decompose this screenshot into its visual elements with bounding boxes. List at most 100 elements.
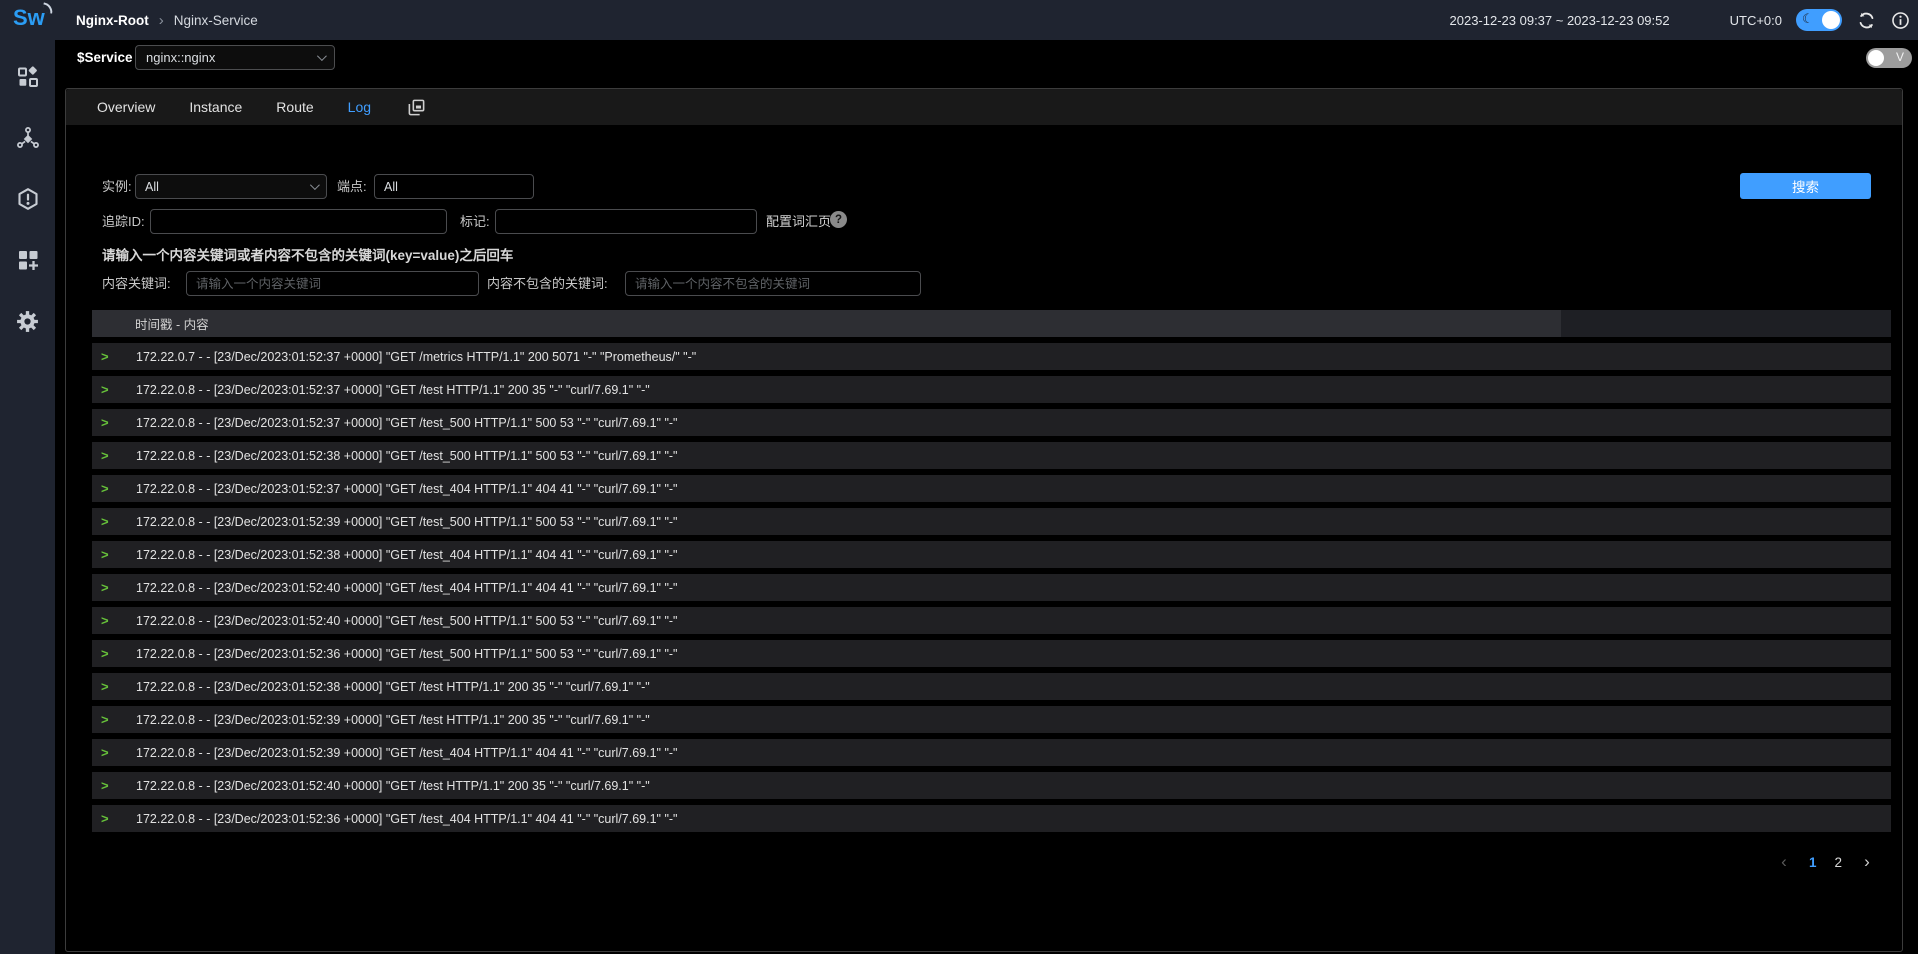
service-select[interactable]: nginx::nginx bbox=[135, 45, 335, 70]
log-message: 172.22.0.8 - - [23/Dec/2023:01:52:37 +00… bbox=[136, 482, 678, 496]
log-row[interactable]: > 172.22.0.8 - - [23/Dec/2023:01:52:40 +… bbox=[92, 574, 1891, 601]
toggle-knob bbox=[1822, 11, 1840, 29]
log-message: 172.22.0.8 - - [23/Dec/2023:01:52:39 +00… bbox=[136, 515, 678, 529]
expand-arrow-icon[interactable]: > bbox=[101, 481, 113, 496]
keyword-label: 内容关键词: bbox=[102, 271, 171, 296]
sidebar-item-marketplace[interactable] bbox=[13, 62, 43, 92]
log-message: 172.22.0.8 - - [23/Dec/2023:01:52:36 +00… bbox=[136, 812, 678, 826]
log-row[interactable]: > 172.22.0.8 - - [23/Dec/2023:01:52:40 +… bbox=[92, 772, 1891, 799]
log-row[interactable]: > 172.22.0.8 - - [23/Dec/2023:01:52:36 +… bbox=[92, 805, 1891, 832]
chevron-down-icon bbox=[310, 180, 320, 190]
moon-icon: ☾ bbox=[1802, 11, 1814, 27]
expand-arrow-icon[interactable]: > bbox=[101, 679, 113, 694]
expand-arrow-icon[interactable]: > bbox=[101, 778, 113, 793]
skywalking-logo[interactable]: Sw bbox=[13, 5, 45, 31]
dashboards-icon bbox=[16, 248, 40, 272]
log-row[interactable]: > 172.22.0.8 - - [23/Dec/2023:01:52:39 +… bbox=[92, 508, 1891, 535]
dashboard-panel: Overview Instance Route Log 实例: All 端点: … bbox=[65, 88, 1903, 952]
log-message: 172.22.0.8 - - [23/Dec/2023:01:52:40 +00… bbox=[136, 614, 678, 628]
sidebar bbox=[0, 40, 55, 954]
version-toggle[interactable]: V bbox=[1866, 48, 1912, 68]
exclude-keyword-input[interactable] bbox=[625, 271, 921, 296]
log-message: 172.22.0.8 - - [23/Dec/2023:01:52:38 +00… bbox=[136, 680, 650, 694]
sidebar-item-settings[interactable] bbox=[13, 306, 43, 336]
log-message: 172.22.0.8 - - [23/Dec/2023:01:52:38 +00… bbox=[136, 548, 678, 562]
trace-id-input[interactable] bbox=[150, 209, 447, 234]
sidebar-item-alarm[interactable] bbox=[13, 184, 43, 214]
tab-route[interactable]: Route bbox=[276, 99, 313, 115]
instance-select-value: All bbox=[145, 180, 159, 194]
copy-icon bbox=[407, 98, 426, 117]
log-row[interactable]: > 172.22.0.8 - - [23/Dec/2023:01:52:37 +… bbox=[92, 475, 1891, 502]
log-list: > 172.22.0.7 - - [23/Dec/2023:01:52:37 +… bbox=[92, 343, 1891, 838]
log-row[interactable]: > 172.22.0.8 - - [23/Dec/2023:01:52:38 +… bbox=[92, 673, 1891, 700]
log-row[interactable]: > 172.22.0.8 - - [23/Dec/2023:01:52:37 +… bbox=[92, 376, 1891, 403]
expand-arrow-icon[interactable]: > bbox=[101, 712, 113, 727]
settings-icon bbox=[15, 309, 40, 334]
chevron-down-icon bbox=[317, 51, 327, 61]
dark-mode-toggle[interactable]: ☾ bbox=[1796, 9, 1842, 31]
expand-arrow-icon[interactable]: > bbox=[101, 448, 113, 463]
breadcrumb-current[interactable]: Nginx-Service bbox=[174, 13, 258, 28]
endpoint-label: 端点: bbox=[337, 174, 367, 199]
log-message: 172.22.0.8 - - [23/Dec/2023:01:52:37 +00… bbox=[136, 383, 650, 397]
sidebar-item-topology[interactable] bbox=[13, 123, 43, 153]
copy-dashboard-button[interactable] bbox=[407, 98, 426, 117]
info-button[interactable] bbox=[1890, 10, 1910, 30]
tag-input[interactable] bbox=[495, 209, 757, 234]
config-vocabulary-link[interactable]: 配置词汇页 bbox=[766, 209, 831, 234]
expand-arrow-icon[interactable]: > bbox=[101, 415, 113, 430]
log-row[interactable]: > 172.22.0.8 - - [23/Dec/2023:01:52:39 +… bbox=[92, 706, 1891, 733]
help-icon[interactable]: ? bbox=[830, 211, 847, 228]
refresh-icon bbox=[1857, 11, 1876, 30]
endpoint-input[interactable] bbox=[374, 174, 534, 199]
log-row[interactable]: > 172.22.0.8 - - [23/Dec/2023:01:52:38 +… bbox=[92, 442, 1891, 469]
sidebar-item-dashboards[interactable] bbox=[13, 245, 43, 275]
exclude-keyword-label: 内容不包含的关键词: bbox=[487, 271, 608, 296]
timezone-selector[interactable]: UTC+0:0 bbox=[1730, 13, 1782, 28]
instance-label: 实例: bbox=[102, 174, 132, 199]
log-row[interactable]: > 172.22.0.7 - - [23/Dec/2023:01:52:37 +… bbox=[92, 343, 1891, 370]
expand-arrow-icon[interactable]: > bbox=[101, 514, 113, 529]
log-row[interactable]: > 172.22.0.8 - - [23/Dec/2023:01:52:38 +… bbox=[92, 541, 1891, 568]
expand-arrow-icon[interactable]: > bbox=[101, 382, 113, 397]
tab-overview[interactable]: Overview bbox=[97, 99, 155, 115]
tab-instance[interactable]: Instance bbox=[189, 99, 242, 115]
log-row[interactable]: > 172.22.0.8 - - [23/Dec/2023:01:52:37 +… bbox=[92, 409, 1891, 436]
search-button[interactable]: 搜索 bbox=[1740, 173, 1871, 199]
tab-log[interactable]: Log bbox=[348, 99, 371, 115]
time-range-picker[interactable]: 2023-12-23 09:37 ~ 2023-12-23 09:52 bbox=[1450, 13, 1670, 28]
log-row[interactable]: > 172.22.0.8 - - [23/Dec/2023:01:52:36 +… bbox=[92, 640, 1891, 667]
page-button-1[interactable]: 1 bbox=[1805, 855, 1821, 870]
logo-swoosh-icon bbox=[42, 2, 53, 13]
topbar-controls: 2023-12-23 09:37 ~ 2023-12-23 09:52 UTC+… bbox=[1450, 0, 1911, 40]
expand-arrow-icon[interactable]: > bbox=[101, 547, 113, 562]
expand-arrow-icon[interactable]: > bbox=[101, 613, 113, 628]
log-table-header-label: 时间戳 - 内容 bbox=[135, 314, 209, 333]
log-message: 172.22.0.8 - - [23/Dec/2023:01:52:37 +00… bbox=[136, 416, 678, 430]
expand-arrow-icon[interactable]: > bbox=[101, 580, 113, 595]
log-message: 172.22.0.8 - - [23/Dec/2023:01:52:40 +00… bbox=[136, 581, 678, 595]
info-icon bbox=[1891, 11, 1910, 30]
log-table-header: 时间戳 - 内容 bbox=[92, 310, 1891, 337]
expand-arrow-icon[interactable]: > bbox=[101, 745, 113, 760]
expand-arrow-icon[interactable]: > bbox=[101, 811, 113, 826]
service-label: $Service bbox=[77, 50, 133, 65]
page-button-2[interactable]: 2 bbox=[1830, 855, 1846, 870]
log-message: 172.22.0.8 - - [23/Dec/2023:01:52:39 +00… bbox=[136, 746, 678, 760]
marketplace-icon bbox=[16, 65, 40, 89]
log-message: 172.22.0.8 - - [23/Dec/2023:01:52:39 +00… bbox=[136, 713, 650, 727]
log-row[interactable]: > 172.22.0.8 - - [23/Dec/2023:01:52:40 +… bbox=[92, 607, 1891, 634]
keyword-input[interactable] bbox=[186, 271, 479, 296]
instance-select[interactable]: All bbox=[135, 174, 327, 199]
expand-arrow-icon[interactable]: > bbox=[101, 349, 113, 364]
refresh-button[interactable] bbox=[1856, 10, 1876, 30]
log-row[interactable]: > 172.22.0.8 - - [23/Dec/2023:01:52:39 +… bbox=[92, 739, 1891, 766]
next-page-button[interactable]: › bbox=[1856, 851, 1878, 873]
log-message: 172.22.0.7 - - [23/Dec/2023:01:52:37 +00… bbox=[136, 350, 696, 364]
prev-page-button[interactable]: ‹ bbox=[1773, 851, 1795, 873]
topology-icon bbox=[16, 126, 40, 150]
breadcrumb-root[interactable]: Nginx-Root bbox=[76, 13, 149, 28]
expand-arrow-icon[interactable]: > bbox=[101, 646, 113, 661]
service-bar: $Service nginx::nginx V bbox=[55, 40, 1918, 75]
